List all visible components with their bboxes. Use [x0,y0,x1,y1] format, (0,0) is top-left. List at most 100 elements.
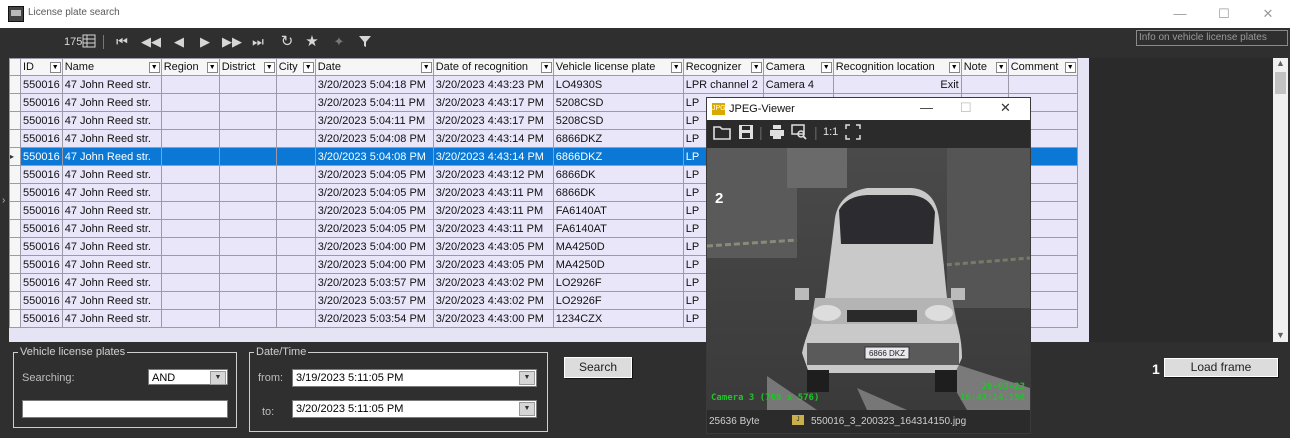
row-header[interactable] [9,273,21,292]
table-cell[interactable]: 550016 [20,147,63,166]
table-cell[interactable] [160,183,220,202]
table-cell[interactable]: 3/20/2023 5:04:05 PM [314,183,434,202]
scroll-up-icon[interactable]: ▲ [1273,58,1288,68]
table-cell[interactable]: Exit [832,75,962,94]
row-header[interactable]: ▸ [9,147,21,166]
table-cell[interactable] [160,255,220,274]
table-cell[interactable]: 550016 [20,165,63,184]
column-header[interactable]: District ▼ [218,58,277,76]
table-cell[interactable] [160,273,220,292]
table-cell[interactable]: LPR channel 2 [682,75,764,94]
table-cell[interactable]: 6866DK [552,183,684,202]
splitter-caret-icon[interactable]: › [2,195,5,206]
table-cell[interactable] [218,273,277,292]
table-cell[interactable] [275,309,316,328]
table-cell[interactable]: 3/20/2023 4:43:02 PM [432,273,554,292]
column-filter-dropdown-icon[interactable]: ▼ [206,62,218,73]
table-cell[interactable] [160,75,220,94]
table-cell[interactable] [218,75,277,94]
table-cell[interactable]: LO2926F [552,291,684,310]
table-cell[interactable] [275,201,316,220]
table-cell[interactable] [160,147,220,166]
table-cell[interactable] [275,291,316,310]
table-cell[interactable]: 47 John Reed str. [61,291,162,310]
table-cell[interactable]: 3/20/2023 5:04:00 PM [314,255,434,274]
table-cell[interactable] [160,219,220,238]
column-header[interactable]: Note ▼ [960,58,1009,76]
table-cell[interactable] [160,111,220,130]
table-cell[interactable] [218,183,277,202]
table-cell[interactable] [160,309,220,328]
table-cell[interactable] [275,129,316,148]
table-cell[interactable]: 3/20/2023 4:43:02 PM [432,291,554,310]
table-cell[interactable] [275,93,316,112]
table-cell[interactable]: 5208CSD [552,111,684,130]
table-cell[interactable]: 3/20/2023 4:43:05 PM [432,237,554,256]
table-cell[interactable]: 47 John Reed str. [61,201,162,220]
table-cell[interactable]: 3/20/2023 4:43:12 PM [432,165,554,184]
next-page-icon[interactable]: ▶▶ [222,34,242,50]
table-cell[interactable]: LO2926F [552,273,684,292]
row-header[interactable] [9,111,21,130]
close-button[interactable]: ✕ [1246,0,1290,28]
column-filter-dropdown-icon[interactable]: ▼ [263,62,275,73]
column-header[interactable]: Name ▼ [61,58,162,76]
table-cell[interactable] [275,75,316,94]
table-cell[interactable] [275,147,316,166]
column-filter-dropdown-icon[interactable]: ▼ [948,62,960,73]
table-cell[interactable] [160,93,220,112]
table-cell[interactable] [218,111,277,130]
table-cell[interactable]: 550016 [20,255,63,274]
table-cell[interactable]: 3/20/2023 4:43:17 PM [432,111,554,130]
table-cell[interactable]: 3/20/2023 4:43:11 PM [432,219,554,238]
last-icon[interactable]: ⏭ [250,34,266,50]
table-cell[interactable]: 550016 [20,237,63,256]
table-cell[interactable]: 3/20/2023 4:43:23 PM [432,75,554,94]
table-cell[interactable]: 3/20/2023 5:04:05 PM [314,201,434,220]
save-icon[interactable] [738,124,754,143]
row-header[interactable] [9,75,21,94]
table-cell[interactable]: 3/20/2023 5:03:54 PM [314,309,434,328]
table-cell[interactable]: 550016 [20,219,63,238]
table-cell[interactable] [160,237,220,256]
print-preview-icon[interactable] [791,124,807,143]
scroll-thumb[interactable] [1275,72,1286,94]
table-cell[interactable]: 3/20/2023 4:43:00 PM [432,309,554,328]
column-filter-dropdown-icon[interactable]: ▼ [670,62,682,73]
table-cell[interactable] [275,165,316,184]
table-cell[interactable]: FA6140AT [552,219,684,238]
viewer-close-button[interactable]: ✕ [1000,100,1011,116]
table-cell[interactable]: 3/20/2023 5:04:11 PM [314,111,434,130]
table-cell[interactable]: 47 John Reed str. [61,93,162,112]
column-filter-dropdown-icon[interactable]: ▼ [148,62,160,73]
table-cell[interactable]: 3/20/2023 5:03:57 PM [314,291,434,310]
add-favorite-icon[interactable]: ✦ [331,34,347,50]
table-cell[interactable]: 6866DKZ [552,147,684,166]
viewer-minimize-button[interactable]: — [920,100,933,115]
table-cell[interactable]: 3/20/2023 4:43:14 PM [432,129,554,148]
scroll-down-icon[interactable]: ▼ [1273,330,1288,340]
column-header[interactable]: Recognition location ▼ [832,58,962,76]
first-icon[interactable]: ⏮ [114,34,130,50]
table-cell[interactable] [275,111,316,130]
table-cell[interactable]: 3/20/2023 4:43:17 PM [432,93,554,112]
next-icon[interactable]: ▶ [197,34,213,50]
table-cell[interactable] [218,291,277,310]
table-cell[interactable]: 550016 [20,75,63,94]
table-cell[interactable] [160,129,220,148]
table-cell[interactable]: 550016 [20,93,63,112]
column-header[interactable]: Recognizer ▼ [682,58,764,76]
table-cell[interactable]: FA6140AT [552,201,684,220]
table-cell[interactable]: 550016 [20,201,63,220]
table-cell[interactable]: 6866DKZ [552,129,684,148]
table-cell[interactable] [160,201,220,220]
table-cell[interactable]: 3/20/2023 5:04:05 PM [314,219,434,238]
row-header[interactable] [9,93,21,112]
table-cell[interactable]: 47 John Reed str. [61,165,162,184]
plate-search-input[interactable] [22,400,228,418]
favorite-icon[interactable]: ★ [304,34,320,50]
table-cell[interactable] [218,93,277,112]
table-cell[interactable]: Camera 4 [762,75,834,94]
table-cell[interactable]: MA4250D [552,255,684,274]
table-cell[interactable]: 47 John Reed str. [61,111,162,130]
